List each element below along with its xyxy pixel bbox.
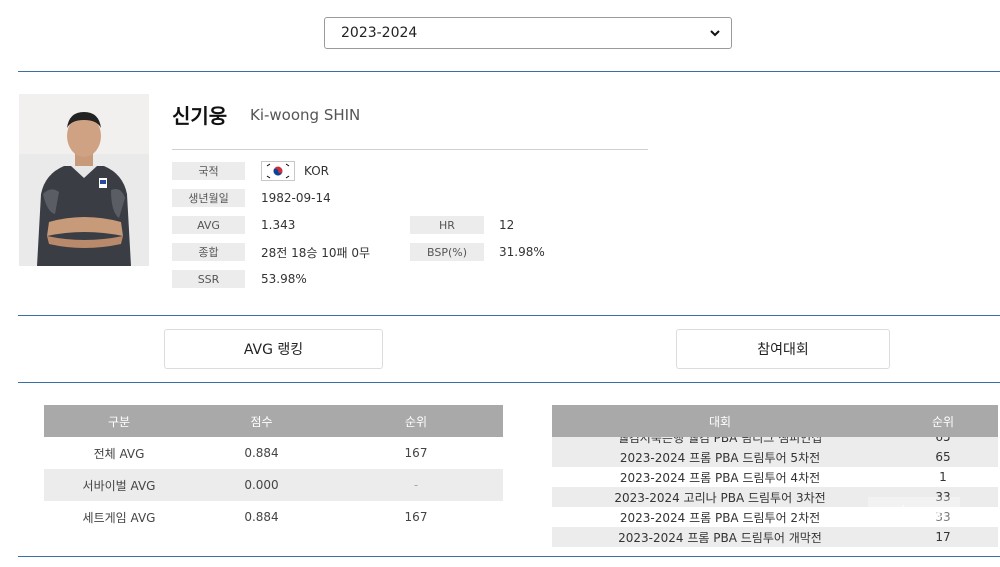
table-cell: 167 (404, 510, 428, 524)
record-value: 28전 18승 10패 0무 (261, 245, 371, 260)
tab-avg-ranking-label: AVG 랭킹 (243, 342, 304, 358)
table-cell: 2023-2024 프롬 PBA 드림투어 5차전 (552, 447, 888, 467)
column-header: 점수 (194, 405, 329, 437)
table-row[interactable]: 웰컴저축은행 웰컴 PBA 팀리그 챔피언십 65 (552, 437, 998, 447)
tab-avg-ranking[interactable]: AVG 랭킹 (164, 329, 383, 369)
table-cell: 2023-2024 프롬 PBA 드림투어 4차전 (619, 470, 821, 485)
hr-value: 12 (499, 218, 515, 232)
column-header: 순위 (888, 405, 998, 437)
bsp-label: BSP(%) (410, 243, 484, 261)
table-cell: 1 (939, 470, 947, 484)
hr-label: HR (410, 216, 484, 234)
ssr-label: SSR (172, 270, 245, 288)
table-cell: 2023-2024 고리나 PBA 드림투어 3차전 (552, 487, 888, 507)
column-header: 대회 (552, 405, 888, 437)
table-cell: 65 (888, 447, 998, 467)
table-header-row: 구분 점수 순위 (44, 405, 503, 437)
table-row: 전체 AVG 0.884 167 (44, 437, 503, 469)
season-select[interactable]: 2023-2024 (324, 17, 732, 49)
table-cell: 서바이벌 AVG (44, 469, 194, 501)
table-cell: 0.884 (244, 510, 279, 524)
table-cell: 전체 AVG (93, 446, 145, 461)
player-name-english: Ki-woong SHIN (250, 106, 361, 124)
table-cell: 세트게임 AVG (82, 510, 156, 525)
chevron-down-icon (710, 30, 720, 37)
divider (18, 71, 1000, 72)
divider (18, 382, 1000, 383)
divider (18, 315, 1000, 316)
name-divider (172, 149, 648, 150)
tab-participated-label: 참여대회 (757, 342, 809, 358)
player-photo (19, 94, 149, 266)
competitions-rows: 웰컴저축은행 웰컴 PBA 팀리그 챔피언십 65 2023-2024 프롬 P… (552, 437, 998, 547)
korea-flag-icon (261, 161, 295, 181)
ssr-value: 53.98% (261, 272, 307, 286)
table-row[interactable]: 2023-2024 프롬 PBA 드림투어 4차전 1 (552, 467, 998, 487)
table-row: 세트게임 AVG 0.884 167 (44, 501, 503, 533)
tab-participated-competitions[interactable]: 참여대회 (676, 329, 890, 369)
table-cell: - (329, 469, 503, 501)
table-cell: 2023-2024 프롬 PBA 드림투어 개막전 (552, 527, 888, 547)
divider (18, 556, 1000, 557)
avg-value: 1.343 (261, 218, 296, 232)
competitions-header: 대회 순위 (552, 405, 998, 437)
table-row[interactable]: 2023-2024 프롬 PBA 드림투어 5차전 65 (552, 447, 998, 467)
nationality-value: KOR (304, 164, 329, 178)
watermark: onionwe (868, 497, 960, 527)
column-header: 순위 (329, 405, 503, 437)
season-select-value: 2023-2024 (341, 25, 418, 41)
table-row: 서바이벌 AVG 0.000 - (44, 469, 503, 501)
nationality-label: 국적 (172, 162, 245, 180)
table-cell: 17 (888, 527, 998, 547)
birthdate-label: 생년월일 (172, 189, 245, 207)
bsp-value: 31.98% (499, 245, 545, 259)
birthdate-value: 1982-09-14 (261, 191, 331, 205)
player-name-korean: 신기웅 (172, 104, 228, 128)
table-row[interactable]: 2023-2024 프롬 PBA 드림투어 개막전 17 (552, 527, 998, 547)
record-label: 종합 (172, 243, 245, 261)
table-cell: 65 (888, 437, 998, 447)
competitions-scroll-body[interactable]: 웰컴저축은행 웰컴 PBA 팀리그 챔피언십 65 2023-2024 프롬 P… (552, 437, 998, 550)
table-cell: 0.884 (244, 446, 279, 460)
table-header-row: 대회 순위 (552, 405, 998, 437)
table-cell: 웰컴저축은행 웰컴 PBA 팀리그 챔피언십 (552, 437, 888, 447)
avg-label: AVG (172, 216, 245, 234)
avg-ranking-table: 구분 점수 순위 전체 AVG 0.884 167 서바이벌 AVG 0.000… (44, 405, 503, 533)
table-cell: 0.000 (194, 469, 329, 501)
competitions-table[interactable]: 대회 순위 웰컴저축은행 웰컴 PBA 팀리그 챔피언십 65 2023-202… (552, 405, 998, 550)
column-header: 구분 (44, 405, 194, 437)
table-cell: 167 (404, 446, 428, 460)
table-cell: 2023-2024 프롬 PBA 드림투어 2차전 (619, 510, 821, 525)
